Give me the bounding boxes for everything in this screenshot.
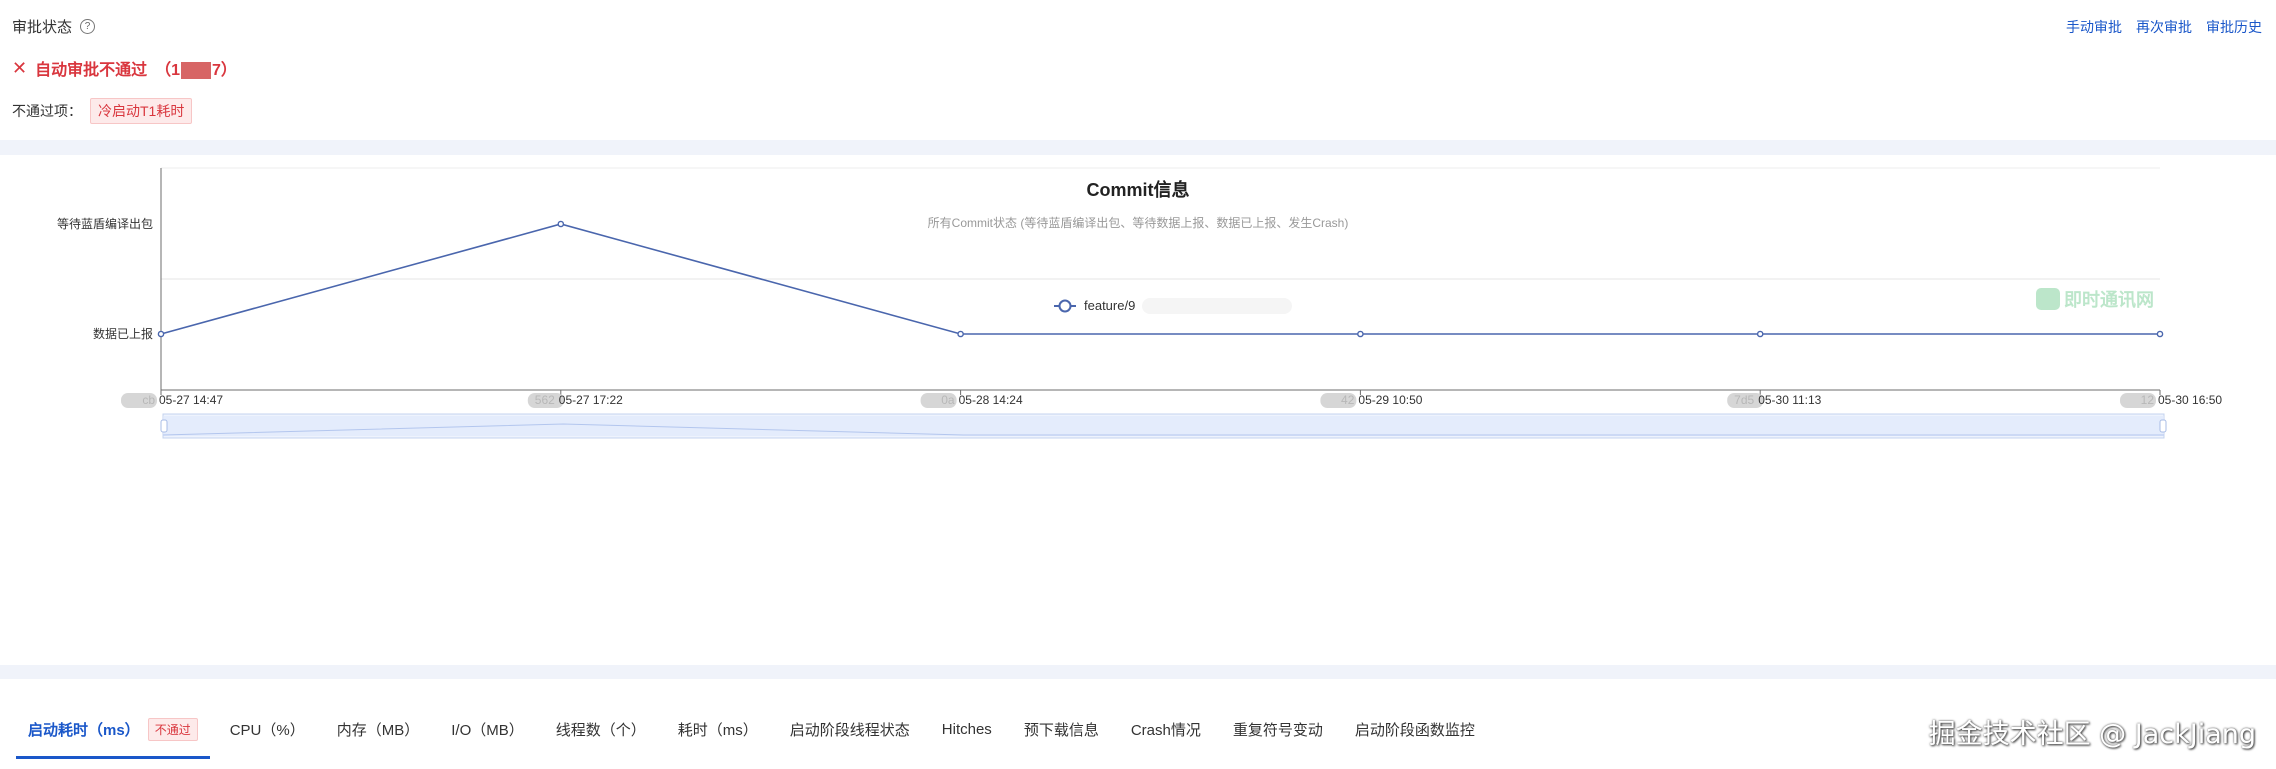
logo-watermark: 即时通讯网 [2036, 286, 2154, 312]
section-divider [0, 665, 2276, 679]
legend-label[interactable]: feature/9 [1084, 298, 1135, 313]
site-watermark: 掘金技术社区 @ JackJiang [1928, 719, 2256, 750]
tab-item[interactable]: Crash情况 [1115, 711, 1217, 747]
manual-approve-link[interactable]: 手动审批 [2066, 17, 2122, 37]
tab-label: 重复符号变动 [1232, 721, 1323, 739]
tab-item[interactable]: 线程数（个） [540, 711, 662, 747]
failed-items-label: 不通过项： [12, 103, 82, 119]
approval-panel: 审批状态 ? 手动审批 再次审批 审批历史 ✕ 自动审批不通过 （1 7） 不通过… [0, 0, 2276, 140]
approval-id-suffix: 7） [212, 62, 237, 79]
tab-item[interactable]: CPU（%） [214, 711, 321, 747]
series-point[interactable] [157, 330, 165, 338]
metric-tabs: 启动耗时（ms） 不通过 CPU（%） 内存（MB） I/O（MB） 线程数（个） 耗时（m… [0, 679, 2276, 769]
tab-item[interactable]: 启动阶段函数监控 [1339, 711, 1491, 747]
x-tick-time-label: 05-30 11:13 [1758, 393, 1821, 407]
redaction-blur [1320, 393, 1357, 408]
tab-item[interactable]: 启动耗时（ms） 不通过 [12, 711, 214, 759]
x-tick-time-label: 05-27 14:47 [159, 393, 223, 407]
tab-item[interactable]: I/O（MB） [435, 711, 540, 747]
tab-item[interactable]: 预下载信息 [1008, 711, 1115, 747]
y-tick-label: 数据已上报 [93, 326, 153, 341]
tab-label: Hitches [941, 720, 992, 738]
failed-item-tag: 冷启动T1耗时 [90, 98, 193, 124]
x-tick-time-label: 05-27 17:22 [559, 393, 623, 407]
approval-id: （1 7） [155, 56, 237, 80]
commit-chart-panel: 数据已上报等待蓝盾编译出包cb05-27 14:4756205-27 17:22… [0, 155, 2276, 665]
tab-label: 预下载信息 [1023, 721, 1099, 739]
failed-items: 不通过项： 冷启动T1耗时 [12, 98, 193, 124]
series-point[interactable] [1756, 330, 1764, 338]
approval-id-prefix: （1 [155, 62, 181, 79]
approval-history-link[interactable]: 审批历史 [2206, 17, 2262, 37]
redaction-blur [2120, 393, 2156, 408]
tab-status-badge: 不通过 [147, 717, 198, 741]
chart-subtitle: 所有Commit状态 (等待蓝盾编译出包、等待数据上报、数据已上报、发生Cras… [927, 216, 1349, 230]
chart-title: Commit信息 [1086, 180, 1190, 200]
tab-label: 启动耗时（ms） [28, 721, 140, 739]
tab-label: 耗时（ms） [677, 721, 758, 739]
x-tick-time-label: 05-29 10:50 [1358, 393, 1422, 407]
tab-label: 内存（MB） [336, 721, 420, 739]
section-divider [0, 140, 2276, 155]
tab-list: 启动耗时（ms） 不通过 CPU（%） 内存（MB） I/O（MB） 线程数（个） 耗时（m… [12, 711, 1491, 759]
close-icon: ✕ [12, 58, 28, 78]
approval-title-text: 审批状态 [12, 19, 73, 36]
redaction-block [181, 62, 212, 80]
legend-marker[interactable] [1058, 299, 1072, 313]
tab-label: Crash情况 [1130, 721, 1201, 739]
redaction-blur [1142, 298, 1292, 314]
tab-label: I/O（MB） [451, 721, 524, 739]
help-icon[interactable]: ? [80, 19, 96, 34]
series-point[interactable] [957, 330, 964, 338]
tab-label: 线程数（个） [555, 721, 646, 739]
tab-label: 启动阶段函数监控 [1354, 721, 1475, 739]
tab-item[interactable]: Hitches [926, 711, 1008, 747]
redaction-blur [121, 393, 157, 408]
approval-result: ✕ 自动审批不通过 （1 7） [12, 56, 237, 80]
x-tick-time-label: 05-30 16:50 [2158, 393, 2222, 407]
commit-chart: 数据已上报等待蓝盾编译出包cb05-27 14:4756205-27 17:22… [57, 167, 2222, 439]
series-point[interactable] [2156, 330, 2164, 338]
reapprove-link[interactable]: 再次审批 [2136, 17, 2192, 37]
series-point[interactable] [1357, 330, 1364, 338]
approval-title: 审批状态 ? [12, 16, 96, 37]
tab-label: CPU（%） [229, 721, 305, 739]
tab-label: 启动阶段线程状态 [789, 721, 910, 739]
approval-actions: 手动审批 再次审批 审批历史 [2066, 17, 2262, 37]
tab-item[interactable]: 重复符号变动 [1217, 711, 1339, 747]
approval-status-text: 自动审批不通过 [35, 62, 148, 79]
x-tick-time-label: 05-28 14:24 [959, 393, 1023, 407]
zoom-handle-left[interactable] [160, 419, 168, 433]
zoom-selection[interactable] [163, 416, 2164, 436]
redaction-blur [920, 393, 957, 408]
logo-watermark-text: 即时通讯网 [2064, 290, 2154, 310]
tab-item[interactable]: 内存（MB） [321, 711, 436, 747]
tab-item[interactable]: 启动阶段线程状态 [774, 711, 926, 747]
logo-badge-icon [2036, 288, 2060, 310]
tab-item[interactable]: 耗时（ms） [662, 711, 774, 747]
zoom-handle-right[interactable] [2159, 419, 2167, 433]
